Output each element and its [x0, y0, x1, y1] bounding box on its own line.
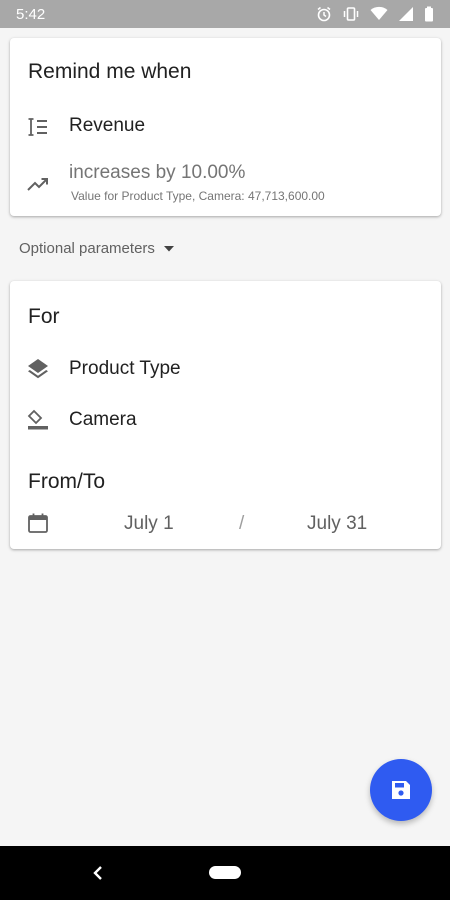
navigation-bar — [0, 846, 450, 900]
reminder-title: Remind me when — [28, 60, 192, 83]
parameters-card: For Product Type Camera From/To July 1 /… — [10, 281, 441, 549]
date-range-title: From/To — [28, 470, 106, 493]
vibrate-icon — [343, 7, 359, 21]
signal-icon — [399, 7, 413, 21]
metric-selector[interactable]: Revenue — [69, 115, 145, 137]
save-button[interactable] — [370, 759, 432, 821]
dropdown-arrow-icon — [163, 245, 174, 251]
condition-selector[interactable]: increases by 10.00% — [69, 162, 245, 184]
layers-icon — [28, 359, 48, 379]
battery-icon — [425, 6, 433, 22]
optional-parameters-toggle[interactable]: Optional parameters — [19, 240, 175, 257]
status-time: 5:42 — [16, 5, 46, 23]
date-separator: / — [239, 513, 245, 534]
from-date-picker[interactable]: July 1 — [124, 513, 174, 535]
sort-lines-icon — [28, 118, 47, 136]
status-bar: 5:42 — [0, 0, 450, 28]
condition-detail: Value for Product Type, Camera: 47,713,6… — [71, 189, 325, 203]
back-icon[interactable] — [88, 863, 108, 883]
alarm-icon — [317, 6, 331, 22]
dimension-value-selector[interactable]: Camera — [69, 409, 137, 431]
home-button[interactable] — [209, 866, 241, 879]
to-date-picker[interactable]: July 31 — [307, 513, 367, 535]
calendar-icon — [28, 513, 48, 533]
for-title: For — [28, 305, 60, 328]
eraser-icon — [27, 409, 48, 430]
dimension-selector[interactable]: Product Type — [69, 358, 181, 380]
trending-up-icon — [27, 178, 48, 191]
reminder-card: Remind me when Revenue increases by 10.0… — [10, 38, 441, 216]
wifi-icon — [370, 6, 388, 20]
save-icon — [392, 781, 410, 799]
status-icons — [316, 6, 434, 22]
optional-parameters-label: Optional parameters — [19, 240, 155, 257]
